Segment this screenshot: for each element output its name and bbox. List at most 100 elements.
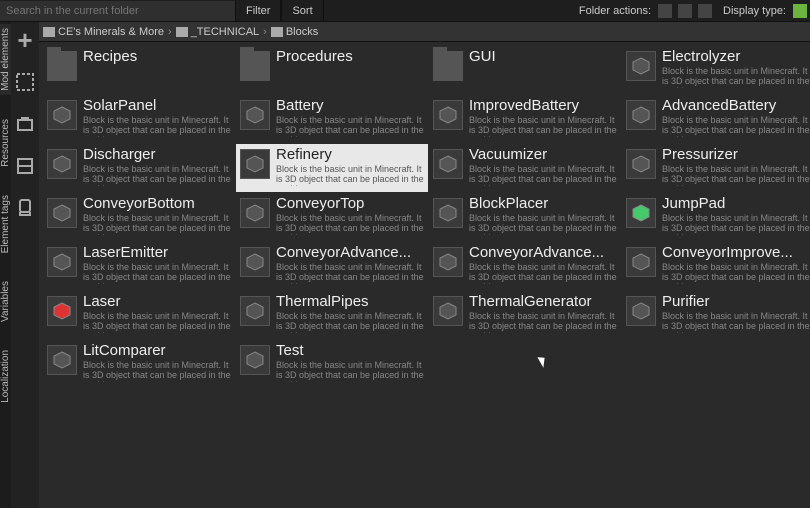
block-icon: [240, 296, 270, 326]
block-item[interactable]: ConveyorAdvance...Block is the basic uni…: [429, 242, 621, 290]
block-item[interactable]: ConveyorImprove...Block is the basic uni…: [622, 242, 810, 290]
sidebar-tab-variables[interactable]: Variables: [0, 277, 11, 326]
block-item[interactable]: LaserBlock is the basic unit in Minecraf…: [43, 291, 235, 339]
block-icon: [47, 100, 77, 130]
sidebar-tab-mod-elements[interactable]: Mod elements: [0, 24, 11, 95]
item-title: Vacuumizer: [469, 147, 617, 164]
item-description: Block is the basic unit in Minecraft. It…: [662, 115, 810, 137]
item-title: JumpPad: [662, 196, 810, 213]
item-description: Block is the basic unit in Minecraft. It…: [83, 115, 231, 137]
block-icon: [626, 198, 656, 228]
folder-icon: [176, 27, 188, 37]
breadcrumb-item[interactable]: CE's Minerals & More: [43, 26, 164, 38]
item-title: Electrolyzer: [662, 49, 810, 66]
item-description: Block is the basic unit in Minecraft. It…: [662, 213, 810, 235]
block-icon: [433, 149, 463, 179]
breadcrumb-item[interactable]: _TECHNICAL: [176, 26, 259, 38]
block-item[interactable]: JumpPadBlock is the basic unit in Minecr…: [622, 193, 810, 241]
folder-action-icon-3[interactable]: [697, 3, 713, 19]
item-description: Block is the basic unit in Minecraft. It…: [276, 115, 424, 137]
item-title: AdvancedBattery: [662, 98, 810, 115]
tool-icon-2[interactable]: [11, 110, 39, 138]
block-item[interactable]: BatteryBlock is the basic unit in Minecr…: [236, 95, 428, 143]
item-title: Recipes: [83, 49, 231, 66]
item-title: Procedures: [276, 49, 424, 66]
add-icon[interactable]: +: [11, 26, 39, 54]
folder-item[interactable]: Recipes: [43, 46, 235, 94]
sort-button[interactable]: Sort: [281, 0, 323, 22]
sidebar: Mod elements Resources Element tags Vari…: [0, 22, 11, 508]
folder-action-icon-1[interactable]: [657, 3, 673, 19]
block-item[interactable]: DischargerBlock is the basic unit in Min…: [43, 144, 235, 192]
tool-column: +: [11, 22, 39, 508]
tool-icon-3[interactable]: [11, 152, 39, 180]
item-description: Block is the basic unit in Minecraft. It…: [83, 164, 231, 186]
item-description: Block is the basic unit in Minecraft. It…: [83, 262, 231, 284]
item-description: Block is the basic unit in Minecraft. It…: [83, 311, 231, 333]
search-input[interactable]: [0, 1, 235, 21]
sidebar-tab-resources[interactable]: Resources: [0, 115, 11, 171]
block-item[interactable]: VacuumizerBlock is the basic unit in Min…: [429, 144, 621, 192]
filter-button[interactable]: Filter: [235, 0, 281, 22]
block-item[interactable]: BlockPlacerBlock is the basic unit in Mi…: [429, 193, 621, 241]
block-icon: [433, 100, 463, 130]
item-description: Block is the basic unit in Minecraft. It…: [276, 164, 424, 186]
tool-icon-4[interactable]: [11, 194, 39, 222]
block-icon: [433, 198, 463, 228]
block-item[interactable]: TestBlock is the basic unit in Minecraft…: [236, 340, 428, 388]
folder-icon: [47, 51, 77, 81]
block-icon: [47, 149, 77, 179]
block-item[interactable]: SolarPanelBlock is the basic unit in Min…: [43, 95, 235, 143]
block-item[interactable]: LaserEmitterBlock is the basic unit in M…: [43, 242, 235, 290]
block-item[interactable]: PressurizerBlock is the basic unit in Mi…: [622, 144, 810, 192]
display-type-label: Display type:: [723, 5, 790, 17]
sidebar-tab-localization[interactable]: Localization: [0, 346, 11, 407]
block-icon: [626, 149, 656, 179]
block-icon: [240, 345, 270, 375]
item-description: Block is the basic unit in Minecraft. It…: [276, 360, 424, 382]
folder-item[interactable]: GUI: [429, 46, 621, 94]
block-icon: [47, 198, 77, 228]
folder-icon: [433, 51, 463, 81]
item-description: Block is the basic unit in Minecraft. It…: [662, 311, 810, 333]
block-icon: [433, 247, 463, 277]
block-item[interactable]: ImprovedBatteryBlock is the basic unit i…: [429, 95, 621, 143]
block-item[interactable]: ThermalPipesBlock is the basic unit in M…: [236, 291, 428, 339]
block-item[interactable]: RefineryBlock is the basic unit in Minec…: [236, 144, 428, 192]
block-item[interactable]: ThermalGeneratorBlock is the basic unit …: [429, 291, 621, 339]
item-description: Block is the basic unit in Minecraft. It…: [276, 262, 424, 284]
display-type-icon[interactable]: [792, 3, 808, 19]
folder-item[interactable]: Procedures: [236, 46, 428, 94]
block-item[interactable]: ConveyorAdvance...Block is the basic uni…: [236, 242, 428, 290]
block-item[interactable]: LitComparerBlock is the basic unit in Mi…: [43, 340, 235, 388]
breadcrumb: CE's Minerals & More › _TECHNICAL › Bloc…: [39, 22, 810, 42]
tool-icon-1[interactable]: [11, 68, 39, 96]
sidebar-tab-element-tags[interactable]: Element tags: [0, 191, 11, 257]
block-item[interactable]: AdvancedBatteryBlock is the basic unit i…: [622, 95, 810, 143]
chevron-right-icon: ›: [263, 26, 267, 38]
block-icon: [240, 149, 270, 179]
item-title: Purifier: [662, 294, 810, 311]
folder-action-icon-2[interactable]: [677, 3, 693, 19]
item-description: Block is the basic unit in Minecraft. It…: [662, 164, 810, 186]
item-description: Block is the basic unit in Minecraft. It…: [662, 262, 810, 284]
block-icon: [433, 296, 463, 326]
item-title: ConveyorAdvance...: [276, 245, 424, 262]
item-grid: RecipesProceduresGUIElectrolyzerBlock is…: [39, 42, 810, 508]
block-icon: [240, 198, 270, 228]
item-title: Laser: [83, 294, 231, 311]
breadcrumb-item[interactable]: Blocks: [271, 26, 318, 38]
item-title: LaserEmitter: [83, 245, 231, 262]
block-item[interactable]: ConveyorBottomBlock is the basic unit in…: [43, 193, 235, 241]
item-description: Block is the basic unit in Minecraft. It…: [83, 360, 231, 382]
item-description: Block is the basic unit in Minecraft. It…: [276, 213, 424, 235]
item-title: SolarPanel: [83, 98, 231, 115]
block-item[interactable]: ElectrolyzerBlock is the basic unit in M…: [622, 46, 810, 94]
block-item[interactable]: PurifierBlock is the basic unit in Minec…: [622, 291, 810, 339]
item-title: ThermalGenerator: [469, 294, 617, 311]
item-title: Refinery: [276, 147, 424, 164]
block-icon: [240, 100, 270, 130]
block-item[interactable]: ConveyorTopBlock is the basic unit in Mi…: [236, 193, 428, 241]
item-description: Block is the basic unit in Minecraft. It…: [83, 213, 231, 235]
item-title: ConveyorAdvance...: [469, 245, 617, 262]
